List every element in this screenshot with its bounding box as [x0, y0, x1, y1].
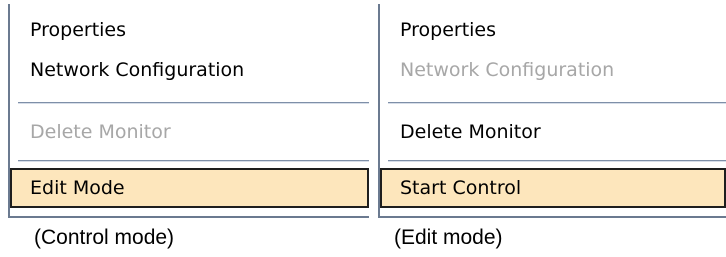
caption-control-mode: (Control mode) — [34, 226, 175, 249]
menu-separator — [18, 102, 369, 104]
menu-separator — [388, 160, 726, 162]
menu-item-start-control[interactable]: Start Control — [380, 168, 726, 208]
menu-item-delete-monitor: Delete Monitor — [30, 121, 171, 143]
menu-item-network-configuration[interactable]: Network Configuration — [10, 50, 369, 90]
menu-separator — [18, 160, 369, 162]
menu-item-edit-mode[interactable]: Edit Mode — [10, 168, 369, 208]
menu-item-properties[interactable]: Properties — [380, 10, 726, 50]
menu-separator — [388, 102, 726, 104]
context-menu-control-mode: Properties Network Configuration Delete … — [8, 4, 369, 218]
caption-edit-mode: (Edit mode) — [394, 226, 503, 249]
menu-item-network-configuration: Network Configuration — [400, 59, 615, 81]
menu-item-delete-monitor[interactable]: Delete Monitor — [380, 112, 726, 152]
menu-item-properties[interactable]: Properties — [10, 10, 369, 50]
context-menu-edit-mode: Properties Network Configuration Delete … — [378, 4, 726, 218]
